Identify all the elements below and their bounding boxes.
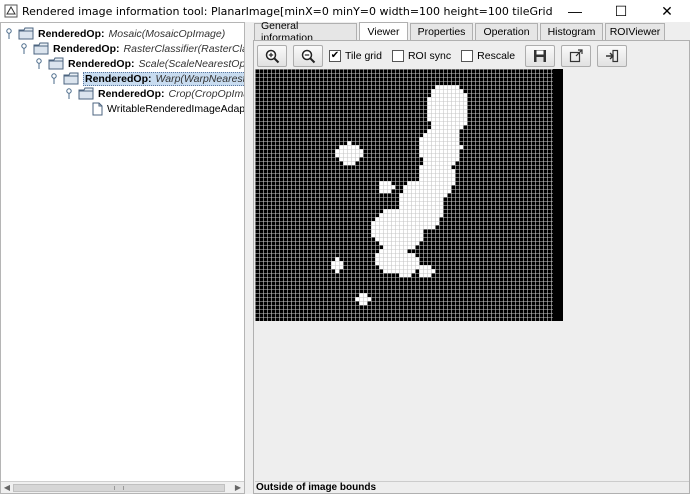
zoom-in-icon xyxy=(265,49,280,64)
scroll-left-icon[interactable]: ◀ xyxy=(1,482,13,493)
minimize-icon: — xyxy=(568,3,582,19)
tab-properties[interactable]: Properties xyxy=(410,23,473,40)
expand-handle-icon[interactable] xyxy=(34,57,44,71)
raster-image[interactable] xyxy=(255,69,563,321)
tree-node-crop[interactable]: RenderedOp:Crop(CropOpImage) xyxy=(64,86,244,101)
navigate-icon xyxy=(606,49,619,63)
tab-operation[interactable]: Operation xyxy=(475,23,538,40)
minimize-button[interactable]: — xyxy=(552,0,598,22)
tile-grid-label: Tile grid xyxy=(345,50,382,62)
tree-node-op: Scale(ScaleNearestOpImage) xyxy=(138,57,245,70)
status-bar: Outside of image bounds xyxy=(255,481,689,493)
tab-general-information[interactable]: General information xyxy=(254,20,357,44)
export-icon xyxy=(569,49,583,63)
tab-histogram[interactable]: Histogram xyxy=(540,23,603,40)
tree-horizontal-scrollbar[interactable]: ◀ ▶ xyxy=(1,481,244,493)
image-viewer[interactable] xyxy=(255,69,689,483)
export-button[interactable] xyxy=(561,45,592,67)
tree-node-kind: RenderedOp: xyxy=(38,27,105,40)
tree-node-op: Mosaic(MosaicOpImage) xyxy=(108,27,226,40)
tree-node-kind: RenderedOp: xyxy=(68,57,135,70)
checkbox-unchecked-icon[interactable] xyxy=(391,50,404,62)
tree-node-kind: RenderedOp: xyxy=(53,42,120,55)
close-icon: ✕ xyxy=(661,2,673,19)
tree-leaf-label: WritableRenderedImageAdapter xyxy=(107,102,245,115)
tree-leaf[interactable]: WritableRenderedImageAdapter xyxy=(92,101,245,116)
navigate-button[interactable] xyxy=(597,45,628,67)
folder-icon xyxy=(33,42,49,55)
expand-handle-icon[interactable] xyxy=(19,42,29,56)
tree-node-warp[interactable]: RenderedOp:Warp(WarpNearestOpImage) xyxy=(49,71,244,86)
folder-icon xyxy=(63,72,79,85)
tree-node-kind: RenderedOp: xyxy=(85,72,152,85)
tree-node-op: Warp(WarpNearestOpImage) xyxy=(155,72,244,85)
title-bar[interactable]: Rendered image information tool: PlanarI… xyxy=(0,0,690,22)
close-button[interactable]: ✕ xyxy=(644,0,690,22)
tree-node-op: RasterClassifier(RasterClassifierOpImage… xyxy=(123,42,244,55)
folder-icon xyxy=(18,27,34,40)
zoom-in-button[interactable] xyxy=(257,45,287,67)
tab-roiviewer[interactable]: ROIViewer xyxy=(605,23,665,40)
operation-tree[interactable]: RenderedOp: Mosaic(MosaicOpImage) Rendere… xyxy=(0,22,245,494)
viewer-tab-content: ✔ Tile grid ROI sync Rescale Outside of … xyxy=(253,40,690,494)
window-title: Rendered image information tool: PlanarI… xyxy=(22,4,552,18)
expand-handle-icon[interactable] xyxy=(49,72,59,86)
tree-node-rasterclassifier[interactable]: RenderedOp:RasterClassifier(RasterClassi… xyxy=(19,41,244,56)
zoom-out-button[interactable] xyxy=(293,45,323,67)
scrollbar-thumb[interactable] xyxy=(13,484,225,492)
checkbox-unchecked-icon[interactable] xyxy=(461,50,474,62)
tab-bar: General information Viewer Properties Op… xyxy=(254,20,667,44)
zoom-out-icon xyxy=(301,49,316,64)
tree-node-kind: RenderedOp: xyxy=(98,87,165,100)
tree-node-op: Crop(CropOpImage) xyxy=(168,87,244,100)
expand-handle-icon[interactable] xyxy=(64,87,74,101)
app-window: Rendered image information tool: PlanarI… xyxy=(0,0,690,494)
tree-node-mosaic[interactable]: RenderedOp: Mosaic(MosaicOpImage) xyxy=(4,26,225,41)
maximize-icon: ☐ xyxy=(614,2,628,19)
tree-node-scale[interactable]: RenderedOp:Scale(ScaleNearestOpImage) xyxy=(34,56,245,71)
maximize-button[interactable]: ☐ xyxy=(598,0,644,22)
checkbox-checked-icon[interactable]: ✔ xyxy=(329,50,341,62)
viewer-toolbar: ✔ Tile grid ROI sync Rescale xyxy=(257,43,687,69)
scroll-right-icon[interactable]: ▶ xyxy=(232,482,244,493)
rescale-label: Rescale xyxy=(477,50,516,62)
info-panel: General information Viewer Properties Op… xyxy=(251,20,690,494)
tab-viewer[interactable]: Viewer xyxy=(359,22,408,41)
rescale-checkbox[interactable]: Rescale xyxy=(461,50,515,62)
expand-handle-icon[interactable] xyxy=(4,27,14,41)
folder-icon xyxy=(78,87,94,100)
roi-sync-label: ROI sync xyxy=(407,50,452,62)
folder-icon xyxy=(48,57,64,70)
app-icon xyxy=(4,4,18,18)
document-icon xyxy=(92,102,103,115)
save-button[interactable] xyxy=(525,45,556,67)
roi-sync-checkbox[interactable]: ROI sync xyxy=(391,50,452,62)
tile-grid-checkbox[interactable]: ✔ Tile grid xyxy=(329,50,382,62)
save-icon xyxy=(534,50,547,62)
